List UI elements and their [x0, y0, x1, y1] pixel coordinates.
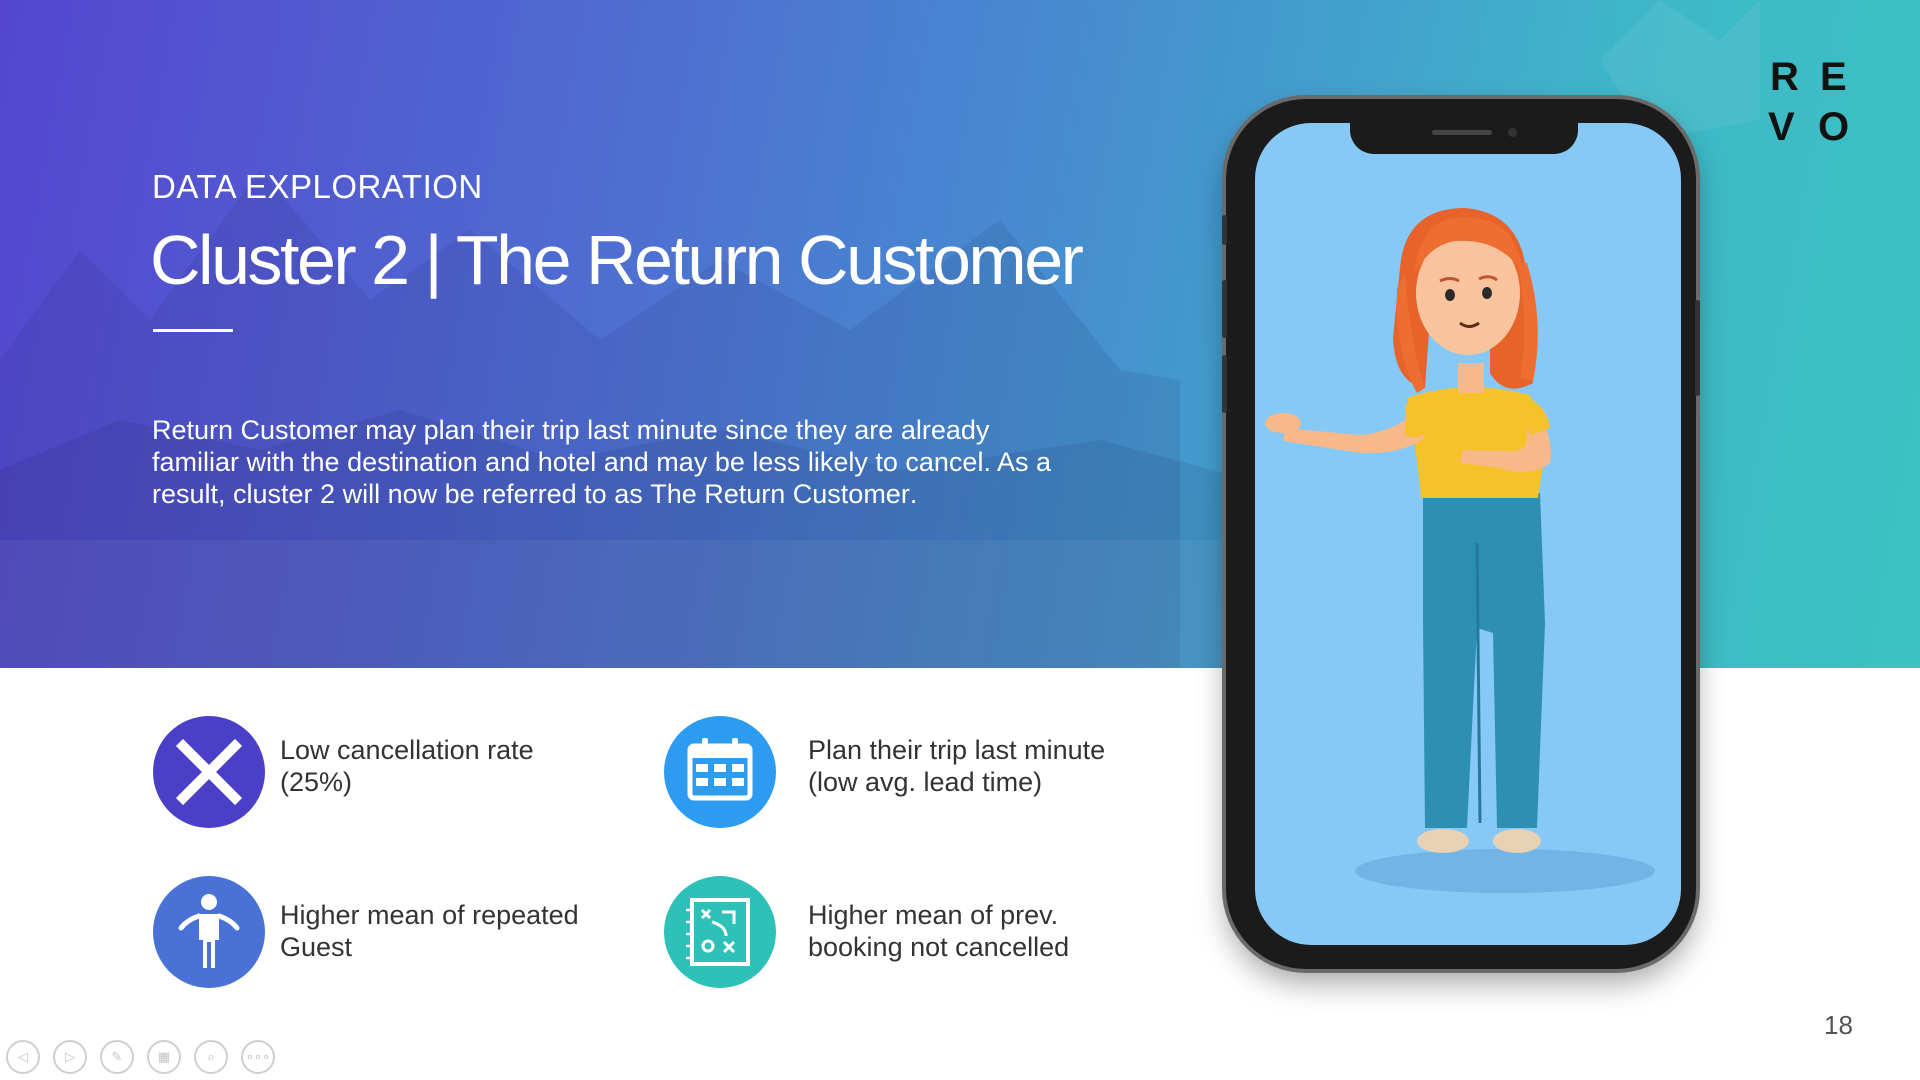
woman-character-illustration: [1265, 208, 1655, 893]
feature-cancellation-line1: Low cancellation rate: [280, 735, 534, 765]
feature-cancellation-text: Low cancellation rate (25%): [280, 734, 534, 798]
zoom-icon: ⌕: [207, 1049, 215, 1065]
slides-grid-icon: ▦: [157, 1049, 171, 1065]
feature-lead-time-line1: Plan their trip last minute: [808, 735, 1106, 765]
phone-notch: [1350, 120, 1578, 154]
more-options-icon: ∘∘∘: [245, 1049, 271, 1065]
feature-repeated-guest-text: Higher mean of repeated Guest: [280, 899, 579, 963]
feature-repeated-guest-icon-circle: [153, 876, 265, 988]
next-icon: ▷: [65, 1049, 75, 1065]
calendar-icon: [664, 716, 776, 828]
description-paragraph: Return Customer may plan their trip last…: [152, 414, 1052, 510]
phone-volume-down: [1222, 355, 1227, 413]
svg-text:E: E: [1820, 55, 1847, 99]
revo-logo: R E V O: [1768, 55, 1849, 144]
title-underline: [153, 329, 233, 332]
svg-text:V: V: [1768, 105, 1795, 144]
feature-repeated-guest-line2: Guest: [280, 932, 353, 962]
zoom-button[interactable]: ⌕: [194, 1040, 228, 1074]
phone-camera: [1508, 128, 1517, 137]
x-cross-icon: [153, 716, 265, 828]
more-options-button[interactable]: ∘∘∘: [241, 1040, 275, 1074]
phone-volume-up: [1222, 280, 1227, 338]
description-tail: .: [909, 479, 918, 509]
pen-icon: ✎: [111, 1049, 123, 1065]
phone-screen: [1255, 123, 1681, 945]
feature-prev-booking-line1: Higher mean of prev.: [808, 900, 1059, 930]
see-all-slides-button[interactable]: ▦: [147, 1040, 181, 1074]
previous-icon: ◁: [18, 1049, 28, 1065]
section-overline: DATA EXPLORATION: [152, 168, 483, 205]
phone-mute-switch: [1222, 215, 1227, 245]
feature-lead-time-line2: (low avg. lead time): [808, 767, 1043, 797]
person-icon: [153, 876, 265, 988]
next-slide-button[interactable]: ▷: [53, 1040, 87, 1074]
feature-lead-time-icon-circle: [664, 716, 776, 828]
feature-cancellation-icon-circle: [153, 716, 265, 828]
feature-repeated-guest-line1: Higher mean of repeated: [280, 900, 579, 930]
svg-text:O: O: [1818, 105, 1849, 144]
previous-slide-button[interactable]: ◁: [6, 1040, 40, 1074]
description-emphasis: The Return Customer: [650, 479, 910, 509]
feature-lead-time-text: Plan their trip last minute (low avg. le…: [808, 734, 1105, 798]
strategy-board-icon: [664, 876, 776, 988]
feature-prev-booking-line2: booking not cancelled: [808, 932, 1070, 962]
phone-power-button: [1695, 300, 1700, 396]
svg-text:R: R: [1770, 55, 1799, 99]
pen-tool-button[interactable]: ✎: [100, 1040, 134, 1074]
feature-prev-booking-text: Higher mean of prev. booking not cancell…: [808, 899, 1069, 963]
feature-prev-booking-icon-circle: [664, 876, 776, 988]
feature-cancellation-line2: (25%): [280, 767, 353, 797]
phone-speaker: [1432, 130, 1492, 135]
page-title: Cluster 2 | The Return Customer: [150, 221, 1084, 299]
page-number: 18: [1824, 1010, 1853, 1040]
